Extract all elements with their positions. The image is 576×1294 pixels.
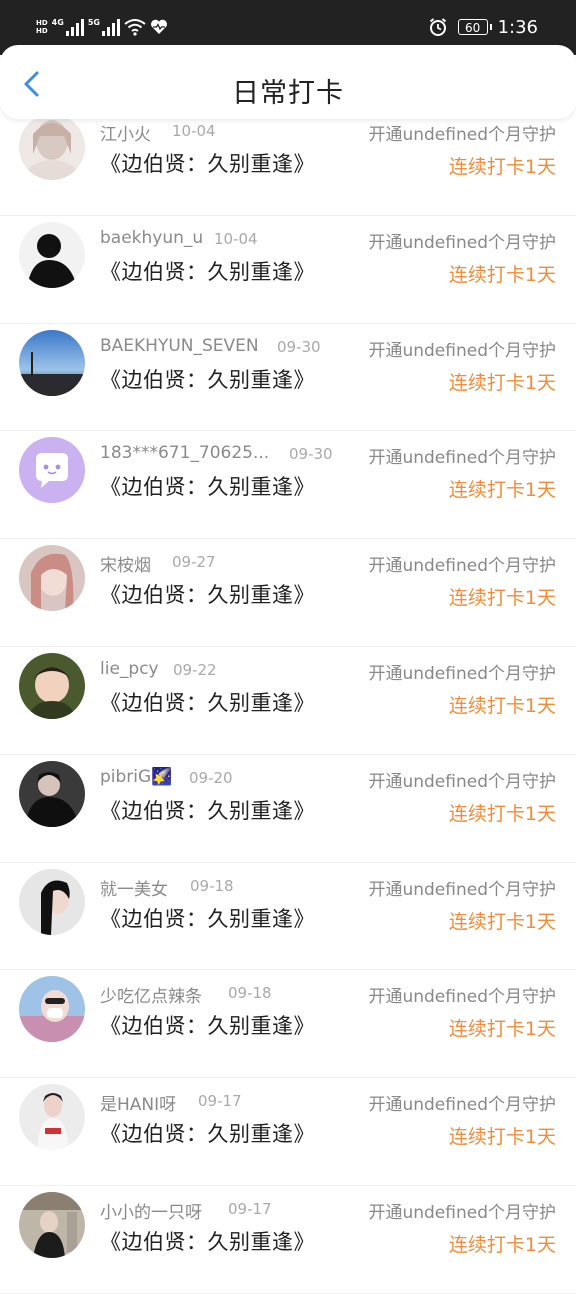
status-left: HD HD 4G 5G (36, 14, 168, 40)
avatar[interactable] (19, 1084, 85, 1151)
streak-text: 连续打卡1天 (448, 802, 556, 825)
streak-text: 连续打卡1天 (448, 587, 556, 610)
user-name[interactable]: BAEKHYUN_SEVEN (100, 336, 259, 356)
guard-text: 开通undefined个月守护 (368, 448, 556, 469)
checkin-date: 09-17 (228, 1199, 272, 1218)
checkin-date: 09-20 (189, 768, 233, 787)
checkin-date: 09-17 (198, 1092, 242, 1111)
streak-text: 连续打卡1天 (448, 694, 556, 717)
streak-text: 连续打卡1天 (448, 479, 556, 502)
avatar[interactable] (19, 760, 85, 827)
hd-label-2: HD (36, 27, 48, 35)
guard-text: 开通undefined个月守护 (368, 987, 556, 1008)
list-item[interactable]: 小小的一只呀 09-17 开通undefined个月守护 《边伯贤：久别重逢》 … (0, 1186, 576, 1294)
checkin-date: 09-22 (173, 660, 217, 679)
avatar[interactable] (19, 221, 85, 288)
guard-text: 开通undefined个月守护 (368, 232, 556, 253)
checkin-date: 09-30 (289, 445, 333, 464)
list-item[interactable]: lie_pcy 09-22 开通undefined个月守护 《边伯贤：久别重逢》… (0, 647, 576, 755)
list-item[interactable]: 是HANI呀 09-17 开通undefined个月守护 《边伯贤：久别重逢》 … (0, 1078, 576, 1186)
streak-text: 连续打卡1天 (448, 1126, 556, 1149)
streak-text: 连续打卡1天 (448, 371, 556, 394)
signal-bars-icon (65, 18, 84, 36)
avatar[interactable] (19, 437, 85, 504)
user-name[interactable]: 宋桉烟 (100, 551, 151, 576)
guard-text: 开通undefined个月守护 (368, 556, 556, 577)
guard-text: 开通undefined个月守护 (368, 125, 556, 145)
avatar[interactable] (19, 114, 85, 180)
book-title[interactable]: 《边伯贤：久别重逢》 (100, 1226, 315, 1256)
alarm-icon (429, 18, 446, 36)
list-item[interactable]: baekhyun_u 10-04 开通undefined个月守护 《边伯贤：久别… (0, 216, 576, 324)
avatar[interactable] (19, 1191, 85, 1258)
user-name[interactable]: 小小的一只呀 (100, 1198, 202, 1223)
list-item[interactable]: BAEKHYUN_SEVEN 09-30 开通undefined个月守护 《边伯… (0, 324, 576, 432)
checkin-date: 09-27 (172, 553, 216, 572)
wifi-icon (124, 19, 146, 36)
signal-5g: 5G (88, 18, 120, 36)
hd-indicator: HD HD (36, 19, 48, 35)
book-title[interactable]: 《边伯贤：久别重逢》 (100, 256, 315, 286)
checkin-list: 江小火 10-04 开通undefined个月守护 《边伯贤：久别重逢》 连续打… (0, 108, 576, 1294)
guard-text: 开通undefined个月守护 (368, 340, 556, 361)
page-title: 日常打卡 (232, 78, 344, 109)
user-name[interactable]: lie_pcy (100, 659, 159, 679)
user-name[interactable]: 少吃亿点辣条 (100, 982, 202, 1007)
book-title[interactable]: 《边伯贤：久别重逢》 (100, 903, 315, 933)
list-item[interactable]: 183***671_70625... 09-30 开通undefined个月守护… (0, 431, 576, 540)
checkin-date: 10-04 (172, 122, 216, 140)
guard-text: 开通undefined个月守护 (368, 1095, 556, 1116)
list-item[interactable]: 就一美女 09-18 开通undefined个月守护 《边伯贤：久别重逢》 连续… (0, 863, 576, 971)
checkin-date: 09-18 (190, 876, 234, 895)
network-label-1: 4G (51, 18, 64, 27)
book-title[interactable]: 《边伯贤：久别重逢》 (100, 795, 315, 825)
guard-text: 开通undefined个月守护 (368, 663, 556, 684)
avatar[interactable] (19, 545, 85, 612)
streak-text: 连续打卡1天 (448, 263, 556, 286)
guard-text: 开通undefined个月守护 (368, 879, 556, 900)
checkin-date: 09-30 (277, 337, 321, 356)
list-item[interactable]: pibriG🌠 09-20 开通undefined个月守护 《边伯贤：久别重逢》… (0, 755, 576, 863)
guard-text: 开通undefined个月守护 (368, 771, 556, 792)
signal-bars-icon (101, 18, 120, 36)
book-title[interactable]: 《边伯贤：久别重逢》 (100, 364, 315, 394)
user-name[interactable]: 183***671_70625... (100, 443, 269, 463)
battery-level: 60 (464, 21, 481, 35)
hd-label-1: HD (36, 19, 48, 27)
streak-text: 连续打卡1天 (448, 1018, 556, 1041)
checkin-date: 09-18 (228, 984, 272, 1003)
battery-icon: 60 (457, 19, 492, 35)
network-label-2: 5G (87, 18, 100, 27)
avatar[interactable] (19, 652, 85, 719)
user-name[interactable]: pibriG🌠 (100, 767, 172, 787)
list-item[interactable]: 少吃亿点辣条 09-18 开通undefined个月守护 《边伯贤：久别重逢》 … (0, 970, 576, 1079)
avatar[interactable] (19, 868, 85, 935)
checkin-date: 10-04 (214, 229, 258, 248)
book-title[interactable]: 《边伯贤：久别重逢》 (100, 1010, 315, 1040)
heart-pulse-icon (150, 19, 167, 34)
book-title[interactable]: 《边伯贤：久别重逢》 (100, 687, 315, 717)
user-name[interactable]: 就一美女 (100, 875, 168, 900)
streak-text: 连续打卡1天 (448, 910, 556, 933)
list-item[interactable]: 江小火 10-04 开通undefined个月守护 《边伯贤：久别重逢》 连续打… (0, 108, 576, 216)
avatar[interactable] (19, 976, 85, 1043)
book-title[interactable]: 《边伯贤：久别重逢》 (100, 1118, 315, 1148)
signal-4g: 4G (52, 18, 84, 36)
clock: 1:36 (497, 16, 538, 38)
book-title[interactable]: 《边伯贤：久别重逢》 (100, 148, 315, 178)
book-title[interactable]: 《边伯贤：久别重逢》 (100, 579, 315, 609)
book-title[interactable]: 《边伯贤：久别重逢》 (100, 471, 315, 501)
avatar[interactable] (19, 329, 85, 396)
app-header: 日常打卡 (0, 45, 576, 119)
streak-text: 连续打卡1天 (448, 156, 556, 178)
list-item[interactable]: 宋桉烟 09-27 开通undefined个月守护 《边伯贤：久别重逢》 连续打… (0, 539, 576, 647)
user-name[interactable]: 是HANI呀 (100, 1090, 176, 1115)
guard-text: 开通undefined个月守护 (368, 1202, 556, 1223)
status-right: 60 1:36 (428, 14, 538, 40)
user-name[interactable]: 江小火 (100, 120, 151, 145)
streak-text: 连续打卡1天 (448, 1233, 556, 1256)
user-name[interactable]: baekhyun_u (100, 228, 203, 248)
